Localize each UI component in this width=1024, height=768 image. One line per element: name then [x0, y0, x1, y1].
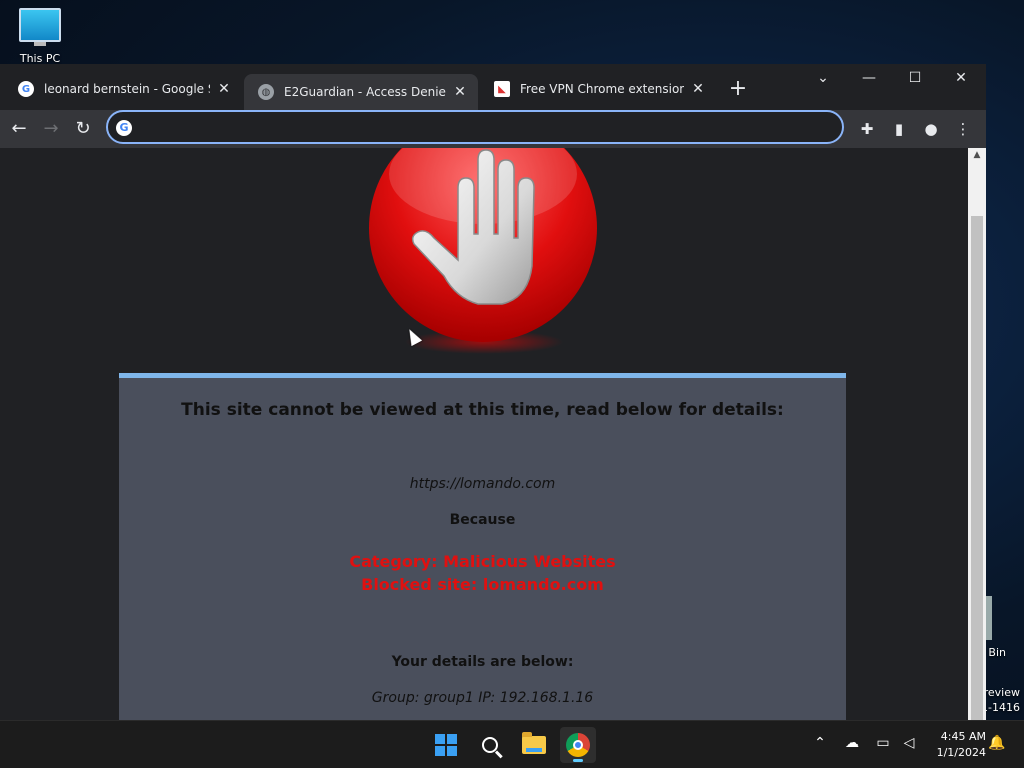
access-denied-box: This site cannot be viewed at this time,…: [119, 373, 846, 720]
extensions-puzzle-icon[interactable]: ✚: [854, 116, 880, 142]
notification-bell-icon[interactable]: 🔔: [988, 735, 1005, 751]
clock-time: 4:45 AM: [940, 730, 986, 743]
toolbar: ← → ↻ G ✚ ▮ ● ⋮: [0, 110, 986, 148]
reload-button[interactable]: ↻: [70, 116, 96, 142]
tab-strip: G leonard bernstein - Google Search ✕ ◍ …: [0, 64, 986, 110]
denied-headline: This site cannot be viewed at this time,…: [181, 400, 784, 420]
google-icon: G: [116, 120, 132, 136]
category-text: Category: Malicious Websites: [349, 552, 616, 571]
blocked-site-text: Blocked site: lomando.com: [361, 575, 604, 594]
tab-title: leonard bernstein - Google Search: [44, 82, 210, 96]
search-icon: [482, 737, 498, 753]
stop-hand-icon: [411, 149, 535, 305]
block-reason: Category: Malicious Websites Blocked sit…: [119, 550, 846, 596]
onedrive-cloud-icon[interactable]: ☁: [841, 735, 863, 751]
clock-date: 1/1/2024: [936, 746, 986, 759]
scrollbar-thumb[interactable]: [971, 216, 983, 720]
forward-button[interactable]: →: [38, 116, 64, 142]
folder-icon: [522, 732, 546, 754]
vpn-extension-icon: ◣: [494, 81, 510, 97]
tab-e2guardian[interactable]: ◍ E2Guardian - Access Denied ✕: [244, 74, 478, 110]
page-scrollbar[interactable]: ▲: [968, 148, 986, 720]
scroll-up-arrow-icon[interactable]: ▲: [968, 150, 986, 160]
tab-title: E2Guardian - Access Denied: [284, 85, 446, 99]
tab-title: Free VPN Chrome extension - Be: [520, 82, 684, 96]
maximize-button[interactable]: ☐: [900, 66, 930, 90]
taskbar: ⌃ ☁ ▭ ◁ 4:45 AM 1/1/2024 🔔: [0, 720, 1024, 768]
side-panel-icon[interactable]: ▮: [886, 116, 912, 142]
user-details: Group: group1 IP: 192.168.1.16: [371, 690, 594, 706]
globe-icon: ◍: [258, 84, 274, 100]
system-clock[interactable]: 4:45 AM 1/1/2024: [926, 729, 986, 761]
address-input[interactable]: [138, 116, 828, 138]
chrome-taskbar-button[interactable]: [560, 727, 596, 763]
google-icon: G: [18, 81, 34, 97]
close-window-button[interactable]: ✕: [946, 66, 976, 90]
search-button[interactable]: [472, 727, 508, 763]
details-header: Your details are below:: [391, 654, 574, 670]
watermark-line2: 1-1416: [981, 701, 1020, 714]
chrome-icon: [566, 733, 590, 757]
close-tab-icon[interactable]: ✕: [216, 81, 232, 97]
page-content: This site cannot be viewed at this time,…: [0, 148, 968, 720]
file-explorer-button[interactable]: [516, 727, 552, 763]
because-label: Because: [449, 512, 516, 528]
new-tab-button[interactable]: +: [726, 78, 750, 102]
menu-icon[interactable]: ⋮: [950, 116, 976, 142]
tab-search-button[interactable]: ⌄: [808, 66, 838, 90]
blocked-url: https://lomando.com: [409, 476, 556, 492]
watermark-line1: review: [983, 686, 1020, 699]
recycle-bin-label: Bin: [988, 646, 1006, 659]
tab-google-search[interactable]: G leonard bernstein - Google Search ✕: [4, 74, 242, 104]
tab-free-vpn[interactable]: ◣ Free VPN Chrome extension - Be ✕: [480, 74, 716, 104]
start-button[interactable]: [428, 727, 464, 763]
back-button[interactable]: ←: [6, 116, 32, 142]
profile-icon[interactable]: ●: [918, 116, 944, 142]
browser-window: G leonard bernstein - Google Search ✕ ◍ …: [0, 64, 986, 720]
address-bar[interactable]: G: [106, 110, 844, 144]
close-tab-icon[interactable]: ✕: [452, 84, 468, 100]
close-tab-icon[interactable]: ✕: [690, 81, 706, 97]
monitor-icon: [19, 8, 61, 42]
this-pc-desktop-icon[interactable]: This PC: [14, 8, 66, 65]
volume-muted-icon[interactable]: ◁: [898, 735, 920, 751]
minimize-button[interactable]: —: [854, 66, 884, 90]
windows-logo-icon: [435, 734, 457, 756]
network-icon[interactable]: ▭: [872, 735, 894, 751]
show-hidden-icons-chevron-icon[interactable]: ⌃: [809, 735, 831, 751]
